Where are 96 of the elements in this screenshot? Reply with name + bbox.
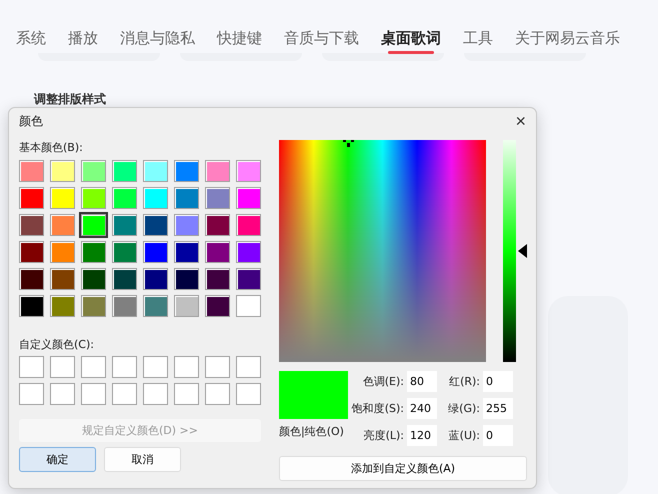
crosshair-icon <box>343 140 354 147</box>
value-field[interactable]: 240 <box>407 398 437 419</box>
color-swatch[interactable] <box>174 241 199 263</box>
field-label: 色调(E): <box>362 374 405 389</box>
custom-colors-label: 自定义颜色(C): <box>19 337 95 352</box>
value-field[interactable]: 0 <box>483 371 513 392</box>
settings-tab[interactable]: 播放 <box>60 24 106 56</box>
value-field[interactable]: 0 <box>483 425 513 446</box>
color-swatch[interactable] <box>236 383 261 405</box>
color-swatch[interactable] <box>112 268 137 290</box>
settings-tab[interactable]: 消息与隐私 <box>112 24 203 56</box>
settings-tab[interactable]: 系统 <box>8 24 54 56</box>
color-swatch[interactable] <box>81 268 106 290</box>
color-swatch[interactable] <box>174 187 199 209</box>
field-label: 红(R): <box>448 374 481 389</box>
color-swatch[interactable] <box>50 356 75 378</box>
color-swatch[interactable] <box>81 383 106 405</box>
color-swatch[interactable] <box>50 268 75 290</box>
value-field[interactable]: 255 <box>483 398 513 419</box>
color-swatch[interactable] <box>174 160 199 182</box>
color-swatch[interactable] <box>236 295 261 317</box>
color-swatch[interactable] <box>236 187 261 209</box>
color-swatch[interactable] <box>50 214 75 236</box>
color-swatch[interactable] <box>143 383 168 405</box>
color-swatch[interactable] <box>205 268 230 290</box>
color-swatch[interactable] <box>174 268 199 290</box>
field-label: 绿(G): <box>447 401 481 416</box>
color-swatch[interactable] <box>143 160 168 182</box>
settings-tab[interactable]: 快捷键 <box>209 24 270 56</box>
color-swatch[interactable] <box>112 383 137 405</box>
settings-tab[interactable]: 音质与下载 <box>276 24 367 56</box>
color-swatch[interactable] <box>205 214 230 236</box>
color-spectrum[interactable] <box>279 140 486 362</box>
color-swatch[interactable] <box>112 160 137 182</box>
color-swatch[interactable] <box>143 295 168 317</box>
color-swatch[interactable] <box>81 160 106 182</box>
section-title: 调整排版样式 <box>34 91 107 108</box>
color-swatch[interactable] <box>50 383 75 405</box>
color-swatch[interactable] <box>81 241 106 263</box>
color-swatch[interactable] <box>236 356 261 378</box>
ok-button[interactable]: 确定 <box>19 447 96 472</box>
color-swatch[interactable] <box>143 241 168 263</box>
value-field[interactable]: 120 <box>407 425 437 446</box>
color-swatch[interactable] <box>81 356 106 378</box>
color-swatch[interactable] <box>236 214 261 236</box>
color-swatch[interactable] <box>112 214 137 236</box>
color-swatch[interactable] <box>143 356 168 378</box>
value-field[interactable]: 80 <box>407 371 437 392</box>
luminance-handle[interactable] <box>518 244 527 258</box>
color-swatch[interactable] <box>174 214 199 236</box>
basic-colors-label: 基本颜色(B): <box>19 140 84 155</box>
close-button[interactable]: × <box>511 111 530 131</box>
field-label: 蓝(U): <box>448 428 481 443</box>
color-swatch[interactable] <box>50 295 75 317</box>
color-swatch[interactable] <box>19 160 44 182</box>
color-swatch[interactable] <box>19 268 44 290</box>
color-swatch[interactable] <box>143 268 168 290</box>
color-swatch[interactable] <box>205 295 230 317</box>
color-swatch[interactable] <box>174 295 199 317</box>
dialog-title: 颜色 <box>19 112 43 130</box>
color-swatch[interactable] <box>19 295 44 317</box>
color-swatch[interactable] <box>112 241 137 263</box>
color-swatch[interactable] <box>174 356 199 378</box>
color-swatch[interactable] <box>19 214 44 236</box>
cancel-button[interactable]: 取消 <box>104 447 181 472</box>
color-swatch[interactable] <box>112 187 137 209</box>
settings-tab[interactable]: 桌面歌词 <box>373 24 449 56</box>
color-swatch[interactable] <box>205 241 230 263</box>
field-label: 亮度(L): <box>362 428 405 443</box>
color-swatch[interactable] <box>112 295 137 317</box>
color-swatch[interactable] <box>112 356 137 378</box>
color-swatch[interactable] <box>236 160 261 182</box>
color-swatch[interactable] <box>205 383 230 405</box>
field-label: 饱和度(S): <box>350 401 405 416</box>
color-swatch[interactable] <box>81 214 106 236</box>
settings-tab[interactable]: 关于网易云音乐 <box>507 24 628 56</box>
color-swatch[interactable] <box>81 295 106 317</box>
color-swatch[interactable] <box>81 187 106 209</box>
color-swatch[interactable] <box>205 187 230 209</box>
color-swatch[interactable] <box>205 160 230 182</box>
color-swatch[interactable] <box>19 383 44 405</box>
color-swatch[interactable] <box>236 268 261 290</box>
color-swatch[interactable] <box>50 160 75 182</box>
color-swatch[interactable] <box>174 383 199 405</box>
color-swatch[interactable] <box>205 356 230 378</box>
color-swatch[interactable] <box>19 187 44 209</box>
color-swatch[interactable] <box>143 187 168 209</box>
preview-label: 颜色|纯色(O) <box>279 424 345 439</box>
add-custom-color-button[interactable]: 添加到自定义颜色(A) <box>279 456 527 481</box>
color-swatch[interactable] <box>50 187 75 209</box>
settings-tab[interactable]: 工具 <box>455 24 501 56</box>
color-swatch[interactable] <box>50 241 75 263</box>
color-swatch[interactable] <box>143 214 168 236</box>
color-swatch[interactable] <box>19 241 44 263</box>
color-swatch[interactable] <box>236 241 261 263</box>
color-swatch[interactable] <box>19 356 44 378</box>
